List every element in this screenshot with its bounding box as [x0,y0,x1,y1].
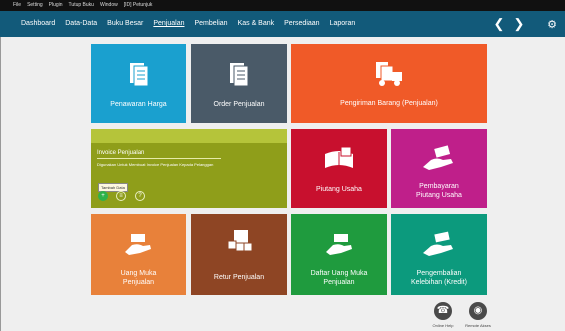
main-navbar: Dashboard Data-Data Buku Besar Penjualan… [0,11,565,37]
tile-daftar-uang-muka[interactable]: Daftar Uang Muka Penjualan [291,214,387,295]
tile-label-line2: Penjualan [323,279,355,286]
tile-pengembalian-kelebihan[interactable]: Pengembalian Kelebihan (Kredit) [391,214,487,295]
add-icon[interactable]: + [98,191,108,201]
tab-dashboard[interactable]: Dashboard [16,11,60,37]
delivery-truck-icon [376,62,402,86]
tile-label-line1: Pembayaran [419,183,459,190]
tab-persediaan[interactable]: Persediaan [279,11,324,37]
tile-retur-penjualan[interactable]: Retur Penjualan [191,214,287,295]
tab-kas-bank[interactable]: Kas & Bank [233,11,280,37]
invoice-description: Digunakan Untuk Membuat Invoice Penjuala… [97,162,214,167]
forward-arrow-icon[interactable]: ❯ [509,11,529,37]
tile-label-line2: Kelebihan (Kredit) [410,279,468,286]
list-icon[interactable]: ≡ [116,191,126,201]
app-window: File Setting Plugin Tutup Buku Window [I… [0,0,565,331]
tile-piutang-usaha[interactable]: Piutang Usaha [291,129,387,208]
tile-pengiriman-barang[interactable]: Pengiriman Barang (Penjualan) [291,44,487,123]
tile-label: Piutang Usaha [316,186,362,193]
phone-icon[interactable]: ☎ [434,302,452,320]
tile-order-penjualan[interactable]: Order Penjualan [191,44,287,123]
menu-plugin[interactable]: Plugin [49,0,63,11]
back-arrow-icon[interactable]: ❮ [489,11,509,37]
menu-bar: File Setting Plugin Tutup Buku Window [I… [0,0,565,11]
document-icon [130,63,149,87]
receivable-book-icon [325,146,353,168]
nav-controls: ❮ ❯ ⚙ [489,11,565,37]
tile-label-line1: Uang Muka [120,270,157,277]
tile-penawaran-harga[interactable]: Penawaran Harga [91,44,186,123]
invoice-header-strip [91,129,287,143]
tile-label: Order Penjualan [213,101,265,108]
return-boxes-icon [227,230,253,252]
tile-invoice-penjualan[interactable]: Invoice Penjualan Digunakan Untuk Membua… [91,129,287,208]
menu-setting[interactable]: Setting [27,0,43,11]
tab-data-data[interactable]: Data-Data [60,11,102,37]
payment-hand-icon [423,145,453,170]
invoice-title: Invoice Penjualan [97,150,145,156]
order-document-icon [230,63,249,87]
cash-hand-icon [125,234,151,255]
tile-label: Penawaran Harga [110,101,167,108]
refund-hand-icon [423,231,453,256]
menu-petunjuk[interactable]: [ID] Petunjuk [124,0,153,11]
tab-buku-besar[interactable]: Buku Besar [102,11,148,37]
tile-uang-muka-penjualan[interactable]: Uang Muka Penjualan [91,214,186,295]
menu-tutup-buku[interactable]: Tutup Buku [69,0,94,11]
menu-file[interactable]: File [13,0,21,11]
tab-penjualan[interactable]: Penjualan [148,11,189,37]
tile-label-line2: Piutang Usaha [416,192,462,199]
tile-label: Pengiriman Barang (Penjualan) [340,100,438,107]
help-icon[interactable]: ? [135,191,145,201]
invoice-divider [97,158,221,159]
tile-label-line1: Daftar Uang Muka [310,270,368,277]
tile-label: Retur Penjualan [213,274,265,281]
tile-label-line1: Pengembalian [416,270,462,277]
tab-pembelian[interactable]: Pembelian [189,11,232,37]
tab-laporan[interactable]: Laporan [325,11,361,37]
remote-globe-icon[interactable]: ◉ [469,302,487,320]
settings-gear-icon[interactable]: ⚙ [539,18,565,31]
online-help-label: Online Help [432,323,454,328]
tile-pembayaran-piutang[interactable]: Pembayaran Piutang Usaha [391,129,487,208]
tile-label-line2: Penjualan [122,279,155,286]
window-edge [0,37,1,331]
nav-tabs: Dashboard Data-Data Buku Besar Penjualan… [16,11,360,37]
remote-akses-label: Remote Akses [465,323,491,328]
menu-window[interactable]: Window [100,0,118,11]
cash-list-icon [326,234,352,255]
